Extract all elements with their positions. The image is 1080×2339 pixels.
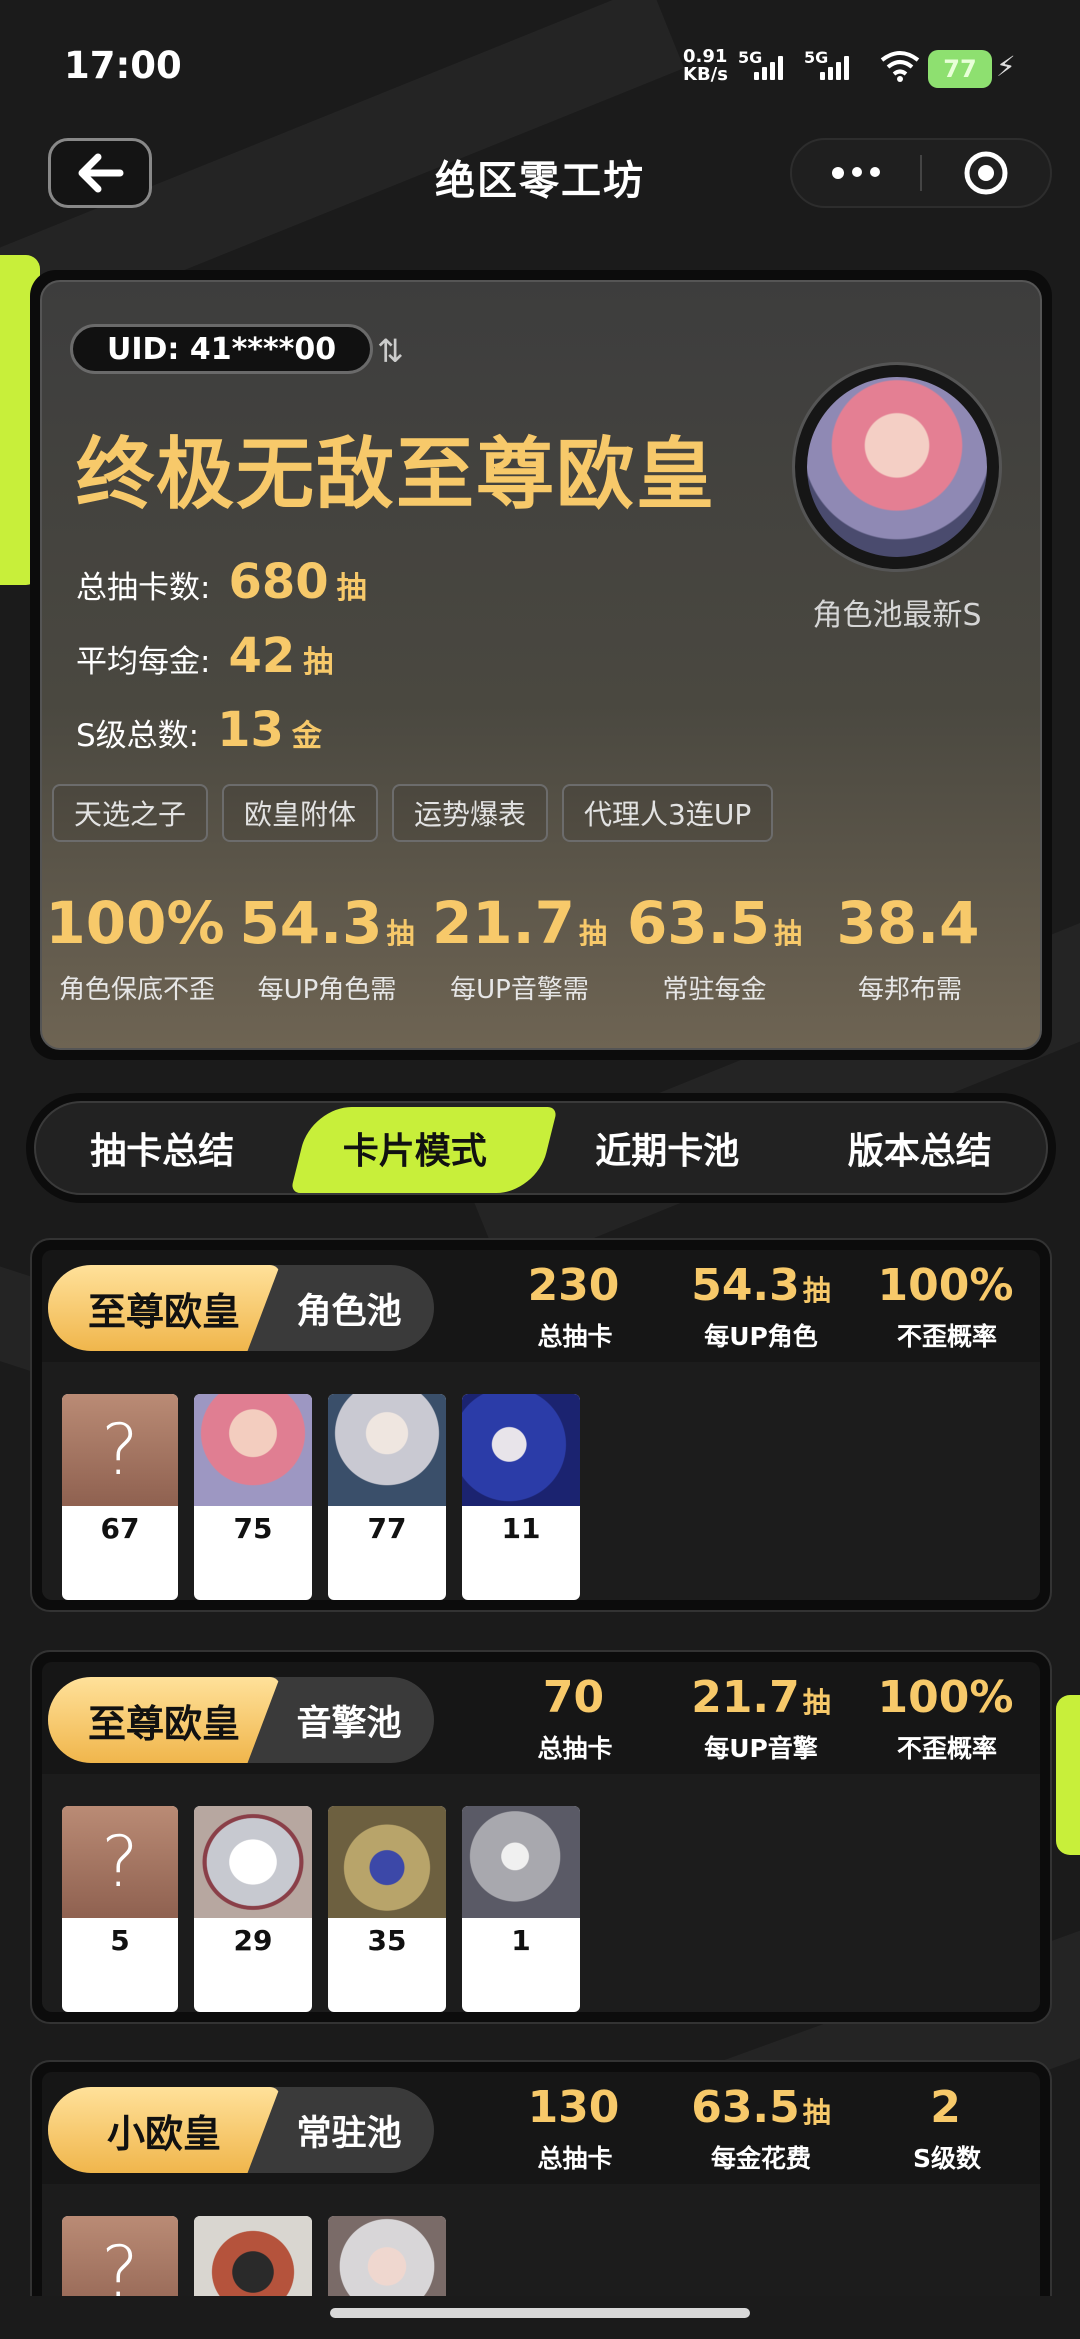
stat-total-pulls: 总抽卡数: 680 抽 [76, 554, 367, 610]
signal-bars-icon [820, 56, 849, 80]
silver-hair-agent-icon [328, 1394, 446, 1506]
stat-s-total: S级总数: 13 金 [76, 702, 322, 758]
pink-hair-agent-icon [194, 1394, 312, 1506]
pool-items: ? 67 75 77 11 [42, 1362, 1040, 1600]
status-bar: 17:00 0.91 KB/s 5G 5G 77 ⚡ [0, 0, 1080, 135]
silver-sphere-engine-icon [462, 1806, 580, 1918]
nav-bar: 绝区零工坊 [0, 138, 1080, 212]
signal-bars-icon [754, 56, 783, 80]
more-options-icon[interactable] [792, 167, 920, 179]
summary-stat: 21.7 抽 每UP音擎需 [431, 889, 608, 1005]
clock: 17:00 [64, 44, 182, 87]
mode-tabs: 抽卡总结 卡片模式 近期卡池 版本总结 [26, 1093, 1056, 1203]
summary-stats: 100% 角色保底不歪 54.3 抽 每UP角色需 21.7 抽 每UP音擎需 63… [42, 890, 1040, 1006]
stat-avg-per-gold: 平均每金: 42 抽 [76, 628, 334, 684]
pink-hair-agent-portrait [807, 377, 987, 557]
tab-card-mode[interactable]: 卡片模式 [289, 1122, 542, 1174]
golden-orb-engine-icon [328, 1806, 446, 1918]
summary-stat: 54.3 抽 每UP角色需 [239, 889, 415, 1005]
tag: 欧皇附体 [222, 784, 379, 842]
avatar[interactable] [792, 362, 1002, 572]
white-blade-engine-icon [194, 1806, 312, 1918]
tab-summary[interactable]: 抽卡总结 [36, 1122, 289, 1174]
tab-version-summary[interactable]: 版本总结 [794, 1122, 1047, 1174]
pool-stats: 70 总抽卡 21.7 抽每UP音擎 100% 不歪概率 [537, 1672, 1014, 1763]
pull-item[interactable]: 77 [328, 1394, 446, 1600]
pull-item[interactable]: 11 [462, 1394, 580, 1600]
tag: 代理人3连UP [562, 784, 774, 842]
pool-card-wengine[interactable]: 至尊欧皇 音擎池 70 总抽卡 21.7 抽每UP音擎 100% 不歪概率 ? 5 2… [30, 1650, 1052, 2024]
swap-account-icon[interactable]: ⇅ [377, 332, 404, 370]
charging-icon: ⚡ [996, 50, 1016, 83]
avatar-caption: 角色池最新S [812, 598, 982, 633]
tab-recent-pools[interactable]: 近期卡池 [541, 1122, 794, 1174]
pool-items: ? 5 29 35 1 [42, 1774, 1040, 2012]
pool-stats: 130 总抽卡 63.5 抽每金花费 2 S级数 [527, 2082, 981, 2173]
pull-item[interactable]: ? 67 [62, 1394, 178, 1600]
profile-card: UID: 41****00 ⇅ 终极无敌至尊欧皇 总抽卡数: 680 抽 平均每… [30, 270, 1052, 1060]
home-indicator[interactable] [330, 2308, 750, 2318]
tag: 运势爆表 [392, 784, 549, 842]
summary-stat: 100% 角色保底不歪 [45, 889, 225, 1005]
pool-grade-badge: 至尊欧皇 音擎池 [48, 1677, 434, 1763]
close-miniapp-button[interactable] [922, 150, 1050, 196]
pull-item[interactable]: 35 [328, 1806, 446, 2012]
unknown-card-icon: ? [62, 1394, 178, 1506]
unknown-card-icon: ? [62, 1806, 178, 1918]
pull-item[interactable]: 1 [462, 1806, 580, 2012]
miniapp-capsule [790, 138, 1052, 208]
pool-grade-badge: 小欧皇 常驻池 [48, 2087, 434, 2173]
battery-icon: 77 [928, 50, 992, 88]
record-circle-icon [964, 151, 1008, 195]
tag-list: 天选之子 欧皇附体 运势爆表 代理人3连UP [52, 784, 774, 842]
uid-badge[interactable]: UID: 41****00 [70, 324, 374, 374]
blue-hair-agent-icon [462, 1394, 580, 1506]
summary-stat: 63.5 抽 常驻每金 [626, 889, 803, 1005]
pool-grade-badge: 至尊欧皇 角色池 [48, 1265, 434, 1351]
pull-item[interactable]: 75 [194, 1394, 312, 1600]
rank-title: 终极无敌至尊欧皇 [76, 430, 717, 520]
network-speed: 0.91 KB/s [683, 46, 728, 85]
tag: 天选之子 [52, 784, 209, 842]
pull-item[interactable]: 29 [194, 1806, 312, 2012]
pool-card-character[interactable]: 至尊欧皇 角色池 230 总抽卡 54.3 抽每UP角色 100% 不歪概率 ? 67… [30, 1238, 1052, 1612]
wifi-icon [880, 51, 920, 82]
summary-stat: 38.4 每邦布需 [836, 889, 980, 1005]
pull-item[interactable]: ? 5 [62, 1806, 178, 2012]
pool-stats: 230 总抽卡 54.3 抽每UP角色 100% 不歪概率 [527, 1260, 1014, 1351]
accent-stripe-right [1056, 1695, 1080, 1855]
